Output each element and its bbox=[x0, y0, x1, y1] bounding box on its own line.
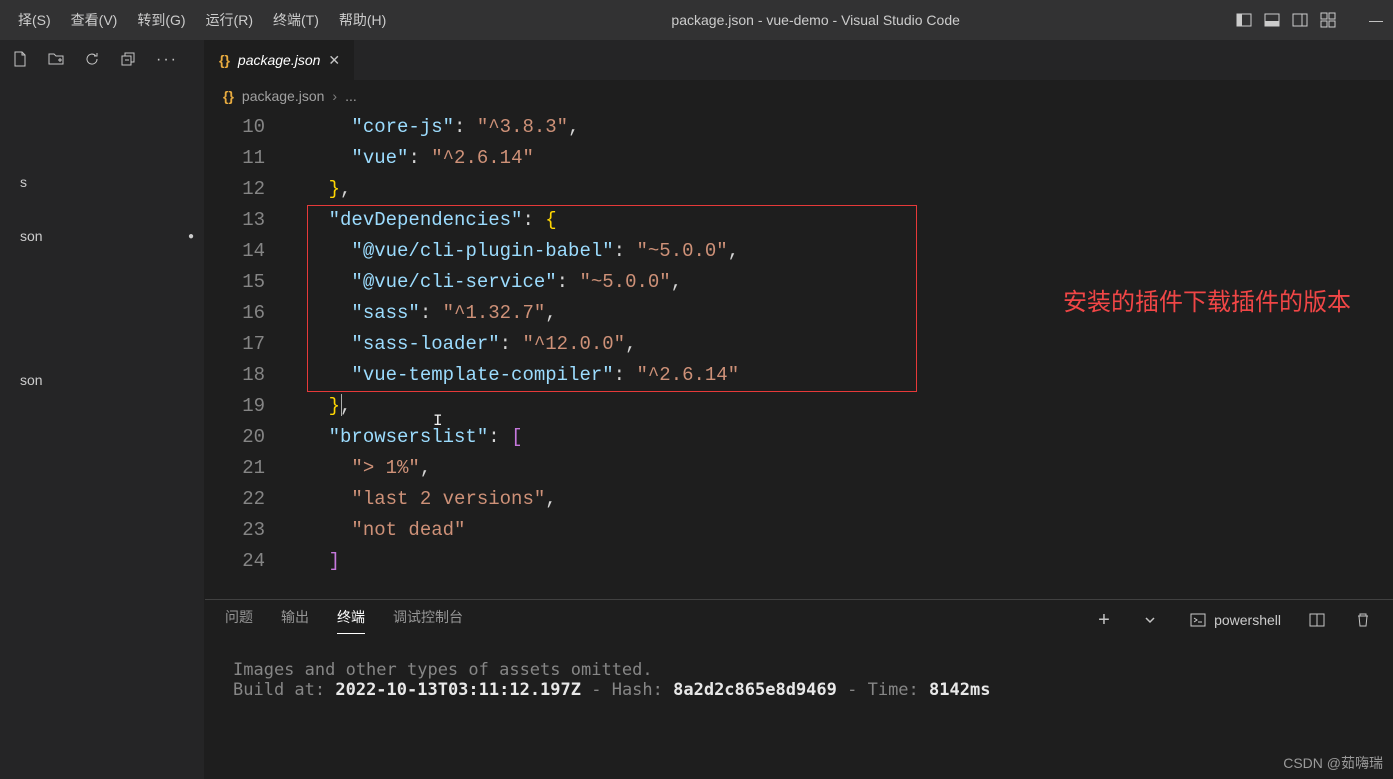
chevron-right-icon: › bbox=[332, 88, 337, 104]
menu-help[interactable]: 帮助(H) bbox=[329, 6, 396, 34]
breadcrumb-file: package.json bbox=[242, 88, 325, 104]
menu-select[interactable]: 择(S) bbox=[8, 6, 61, 34]
json-icon: {} bbox=[223, 88, 234, 104]
code-body[interactable]: "core-js": "^3.8.3", "vue": "^2.6.14" },… bbox=[283, 112, 1393, 599]
trash-icon[interactable] bbox=[1355, 611, 1373, 629]
menu-run[interactable]: 运行(R) bbox=[196, 6, 263, 34]
panel-left-icon[interactable] bbox=[1235, 11, 1253, 29]
annotation-text: 安装的插件下载插件的版本 bbox=[1063, 287, 1363, 319]
main-row: ··· s son son {} package.json ✕ {} packa… bbox=[0, 40, 1393, 779]
panel-tabs: 问题 输出 终端 调试控制台 + powershell bbox=[205, 600, 1393, 640]
customize-layout-icon[interactable] bbox=[1319, 11, 1337, 29]
code-editor[interactable]: 10 11 12 13 14 15 16 17 18 19 20 21 22 2… bbox=[205, 112, 1393, 599]
editor-tab[interactable]: {} package.json ✕ bbox=[205, 40, 354, 80]
panel-tab-problems[interactable]: 问题 bbox=[225, 607, 253, 633]
terminal-line: Build at: 2022-10-13T03:11:12.197Z - Has… bbox=[233, 680, 1365, 700]
more-icon[interactable]: ··· bbox=[156, 51, 174, 69]
refresh-icon[interactable] bbox=[84, 51, 102, 69]
menu-bar: 择(S) 查看(V) 转到(G) 运行(R) 终端(T) 帮助(H) bbox=[8, 6, 396, 34]
new-terminal-icon[interactable]: + bbox=[1098, 611, 1116, 629]
watermark: CSDN @茹嗨瑞 bbox=[1283, 753, 1383, 773]
layout-controls: — bbox=[1235, 11, 1385, 29]
explorer-item[interactable]: s bbox=[0, 170, 204, 194]
text-cursor bbox=[341, 394, 342, 416]
bottom-panel: 问题 输出 终端 调试控制台 + powershell Images and o… bbox=[205, 599, 1393, 779]
explorer-item[interactable]: son bbox=[0, 368, 204, 392]
panel-bottom-icon[interactable] bbox=[1263, 11, 1281, 29]
split-terminal-icon[interactable] bbox=[1309, 611, 1327, 629]
menu-terminal[interactable]: 终端(T) bbox=[263, 6, 329, 34]
ibeam-cursor-icon: I bbox=[433, 406, 441, 422]
minimize-icon[interactable]: — bbox=[1367, 11, 1385, 29]
explorer-item[interactable]: son bbox=[0, 224, 204, 248]
new-file-icon[interactable] bbox=[12, 51, 30, 69]
panel-tab-output[interactable]: 输出 bbox=[281, 607, 309, 633]
menu-goto[interactable]: 转到(G) bbox=[127, 6, 195, 34]
tab-filename: package.json bbox=[238, 52, 321, 68]
chevron-down-icon[interactable] bbox=[1144, 611, 1162, 629]
window-title: package.json - vue-demo - Visual Studio … bbox=[396, 12, 1235, 28]
menu-view[interactable]: 查看(V) bbox=[61, 6, 128, 34]
terminal-profile[interactable]: powershell bbox=[1190, 612, 1281, 628]
json-icon: {} bbox=[219, 52, 230, 68]
sidebar: ··· s son son bbox=[0, 40, 205, 779]
panel-tab-debug[interactable]: 调试控制台 bbox=[393, 607, 463, 633]
line-numbers: 10 11 12 13 14 15 16 17 18 19 20 21 22 2… bbox=[205, 112, 283, 599]
terminal-output[interactable]: Images and other types of assets omitted… bbox=[205, 640, 1393, 779]
new-folder-icon[interactable] bbox=[48, 51, 66, 69]
terminal-line: Images and other types of assets omitted… bbox=[233, 660, 1365, 680]
collapse-all-icon[interactable] bbox=[120, 51, 138, 69]
explorer-toolbar: ··· bbox=[0, 40, 204, 80]
panel-right-icon[interactable] bbox=[1291, 11, 1309, 29]
title-bar: 择(S) 查看(V) 转到(G) 运行(R) 终端(T) 帮助(H) packa… bbox=[0, 0, 1393, 40]
panel-tab-terminal[interactable]: 终端 bbox=[337, 607, 365, 634]
editor-area: {} package.json ✕ {} package.json › ... … bbox=[205, 40, 1393, 779]
editor-tabs: {} package.json ✕ bbox=[205, 40, 1393, 80]
breadcrumb-rest: ... bbox=[345, 88, 357, 104]
breadcrumb[interactable]: {} package.json › ... bbox=[205, 80, 1393, 112]
close-icon[interactable]: ✕ bbox=[328, 52, 340, 69]
